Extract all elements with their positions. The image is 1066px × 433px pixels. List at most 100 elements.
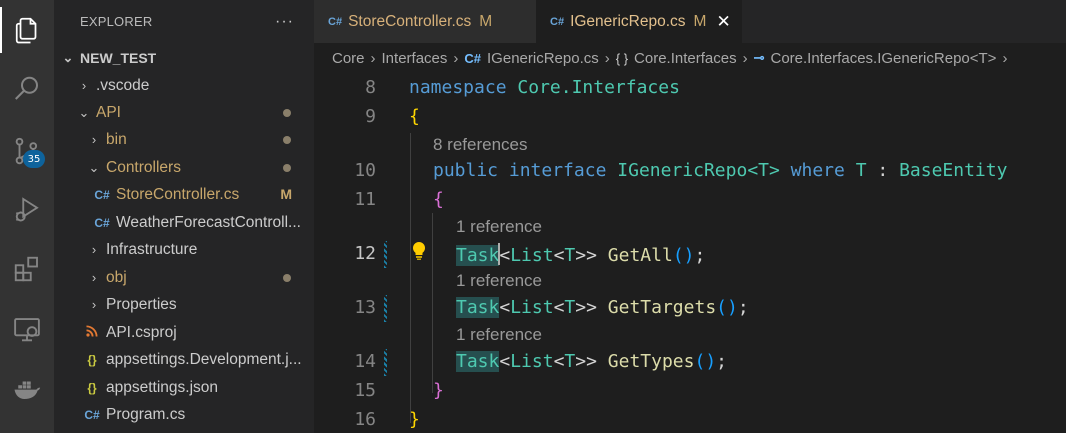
chevron-right-icon: › xyxy=(604,49,610,67)
tree-item-label: API xyxy=(96,103,121,121)
tree-folder-vscode[interactable]: › .vscode xyxy=(54,72,314,99)
tree-folder-properties[interactable]: › Properties xyxy=(54,291,314,318)
line-number: 15 xyxy=(354,380,376,401)
brace-token: } xyxy=(409,409,420,430)
csharp-file-icon: C# xyxy=(94,215,110,230)
namespace-token: Core.Interfaces xyxy=(517,77,680,98)
brace-token: { xyxy=(433,189,444,210)
modified-dot xyxy=(283,164,291,172)
codelens-references[interactable]: 8 references xyxy=(433,135,528,155)
chevron-down-icon: ⌄ xyxy=(88,159,100,175)
type-token: List xyxy=(510,351,554,372)
tab-storecontroller[interactable]: C# StoreController.cs M xyxy=(314,0,536,43)
modified-status: M xyxy=(280,186,292,202)
punct-token: >> xyxy=(575,297,597,318)
breadcrumb-item[interactable]: Core.Interfaces xyxy=(634,50,737,67)
json-file-icon: {} xyxy=(87,352,97,367)
tree-folder-obj[interactable]: › obj xyxy=(54,264,314,291)
chevron-right-icon: › xyxy=(91,297,97,312)
more-actions-icon[interactable]: ··· xyxy=(275,13,294,31)
docker-activity-button[interactable] xyxy=(0,366,54,412)
keyword-token: where xyxy=(790,160,845,181)
type-token: BaseEntity xyxy=(899,160,1008,181)
type-token: T xyxy=(564,297,576,318)
tree-file-csproj[interactable]: API.csproj xyxy=(54,319,314,346)
tree-file-weatherforecast[interactable]: C# WeatherForecastControll... xyxy=(54,209,314,236)
tree-file-appsettings-dev[interactable]: {} appsettings.Development.j... xyxy=(54,346,314,373)
tree-item-label: StoreController.cs xyxy=(116,185,240,203)
brace-token: { xyxy=(409,106,420,127)
punct-token: ; xyxy=(737,297,749,318)
tree-folder-infrastructure[interactable]: › Infrastructure xyxy=(54,236,314,263)
code-editor[interactable]: 8 9 10 11 12 13 14 15 16 namespace Core.… xyxy=(314,73,1066,433)
code-line: } xyxy=(409,409,420,430)
tree-root-folder[interactable]: ⌄ NEW_TEST xyxy=(54,44,314,71)
csharp-file-icon: C# xyxy=(464,50,482,66)
modified-dot xyxy=(283,109,291,117)
json-file-icon: {} xyxy=(87,380,97,395)
csharp-file-icon: C# xyxy=(94,187,110,202)
tree-item-label: NEW_TEST xyxy=(80,49,157,66)
codelens-references[interactable]: 1 reference xyxy=(456,217,542,237)
tab-igenericrepo[interactable]: C# IGenericRepo.cs M ✕ xyxy=(536,0,742,43)
run-debug-activity-button[interactable] xyxy=(0,186,54,232)
tree-item-label: appsettings.Development.j... xyxy=(106,350,302,368)
modified-dot xyxy=(283,136,291,144)
tree-item-label: .vscode xyxy=(96,76,150,94)
gutter-change-marker[interactable] xyxy=(384,295,387,322)
csharp-file-icon: C# xyxy=(328,15,343,28)
tree-item-label: obj xyxy=(106,268,127,286)
code-line: namespace Core.Interfaces xyxy=(409,77,680,98)
chevron-right-icon: › xyxy=(91,270,97,285)
breadcrumb-item[interactable]: Core.Interfaces.IGenericRepo<T> xyxy=(770,50,996,67)
punct-token: >> xyxy=(575,351,597,372)
tree-folder-api[interactable]: ⌄ API xyxy=(54,99,314,126)
gutter-change-marker[interactable] xyxy=(384,241,387,268)
paren-token: () xyxy=(672,245,695,266)
modified-status: M xyxy=(693,12,707,30)
interface-icon: ⊸ xyxy=(753,50,765,65)
type-token: Task xyxy=(456,351,500,372)
brace-token: } xyxy=(433,380,444,401)
keyword-token: public xyxy=(433,160,499,181)
punct-token: >> xyxy=(575,245,597,266)
chevron-right-icon: › xyxy=(1002,49,1008,67)
search-activity-button[interactable] xyxy=(0,66,54,112)
line-number: 8 xyxy=(365,77,376,98)
breadcrumb-item[interactable]: IGenericRepo.cs xyxy=(487,50,599,67)
tree-file-appsettings[interactable]: {} appsettings.json xyxy=(54,374,314,401)
lightbulb-icon[interactable] xyxy=(411,241,427,265)
paren-token: () xyxy=(694,351,717,372)
codelens-references[interactable]: 1 reference xyxy=(456,271,542,291)
csharp-file-icon: C# xyxy=(550,15,565,28)
line-number: 10 xyxy=(354,160,376,181)
chevron-right-icon: › xyxy=(453,49,459,67)
editor-tab-bar: C# StoreController.cs M C# IGenericRepo.… xyxy=(314,0,1066,43)
type-token: T xyxy=(564,245,576,266)
tree-folder-bin[interactable]: › bin xyxy=(54,126,314,153)
tree-file-storecontroller[interactable]: C# StoreController.cs M xyxy=(54,181,314,208)
extensions-activity-button[interactable] xyxy=(0,246,54,292)
punct-token: < xyxy=(499,245,511,266)
punct-token: < xyxy=(553,245,565,266)
tree-item-label: API.csproj xyxy=(106,323,177,341)
punct-token: ; xyxy=(694,245,706,266)
tree-file-program[interactable]: C# Program.cs xyxy=(54,401,314,428)
type-param-token: <T> xyxy=(747,160,780,181)
tree-item-label: Program.cs xyxy=(106,405,186,423)
close-icon[interactable]: ✕ xyxy=(716,12,730,32)
extensions-icon xyxy=(14,256,38,282)
explorer-activity-button[interactable] xyxy=(0,7,54,53)
chevron-right-icon: › xyxy=(91,132,97,147)
type-token: Task xyxy=(456,297,500,318)
remote-explorer-activity-button[interactable] xyxy=(0,306,54,352)
punct-token: : xyxy=(877,160,889,181)
breadcrumb-item[interactable]: Core xyxy=(332,50,365,67)
tree-folder-controllers[interactable]: ⌄ Controllers xyxy=(54,154,314,181)
method-token: GetTypes xyxy=(607,351,695,372)
chevron-right-icon: › xyxy=(370,49,376,67)
csharp-file-icon: C# xyxy=(84,407,100,422)
breadcrumb-item[interactable]: Interfaces xyxy=(382,50,448,67)
gutter-change-marker[interactable] xyxy=(384,349,387,376)
codelens-references[interactable]: 1 reference xyxy=(456,325,542,345)
